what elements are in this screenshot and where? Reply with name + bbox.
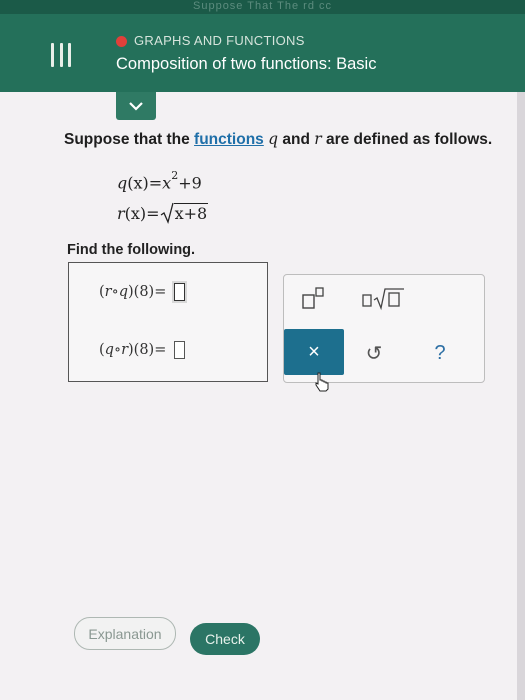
- sqrt-icon: [160, 202, 174, 224]
- explanation-button[interactable]: Explanation: [74, 617, 176, 650]
- var-q: q: [268, 130, 279, 148]
- answer2-outer: q: [104, 342, 114, 358]
- undo-icon[interactable]: ↺: [356, 335, 392, 371]
- prompt-and: and: [278, 131, 315, 148]
- superscript-icon: [302, 287, 324, 309]
- category-status-dot: [116, 36, 127, 47]
- prompt-end: are defined as follows.: [321, 131, 493, 148]
- check-button[interactable]: Check: [190, 623, 260, 655]
- eq2-radicand: x+8: [173, 203, 209, 223]
- content-area: [0, 92, 525, 700]
- chevron-down-icon: [129, 102, 143, 111]
- header-bar: Suppose That The rd cc GRAPHS AND FUNCTI…: [0, 0, 525, 92]
- hand-cursor-icon: [315, 372, 329, 392]
- problem-prompt: Suppose that the functions q and r are d…: [64, 130, 492, 149]
- menu-icon[interactable]: [51, 43, 71, 67]
- eq2-function-name: r: [117, 204, 125, 223]
- category-label: GRAPHS AND FUNCTIONS: [134, 33, 305, 48]
- answer1-arg: )(8): [128, 284, 155, 300]
- browser-title-strip: Suppose That The rd cc: [0, 0, 525, 14]
- superscript-key[interactable]: [290, 283, 334, 313]
- var-r: r: [314, 130, 322, 148]
- eq1-arg: (x): [127, 173, 149, 193]
- answer-box: (r ∘ q)(8) = (q ∘ r)(8) =: [68, 262, 268, 382]
- eq1-exponent: 2: [171, 169, 179, 182]
- eq1-equals: =: [148, 173, 163, 193]
- help-icon[interactable]: ?: [422, 335, 458, 371]
- eq1-tail: +9: [178, 173, 202, 193]
- answer-row-r-of-q: (r ∘ q)(8) =: [99, 283, 186, 301]
- answer-input-r-of-q[interactable]: [174, 283, 186, 301]
- answer2-inner: r: [121, 342, 129, 358]
- clear-button[interactable]: ×: [284, 329, 344, 375]
- nth-root-icon: [362, 288, 404, 311]
- app-screen: Suppose That The rd cc GRAPHS AND FUNCTI…: [0, 0, 525, 700]
- eq1-function-name: q: [117, 173, 128, 193]
- answer1-outer: r: [104, 284, 112, 300]
- answer1-inner: q: [118, 284, 129, 300]
- answer2-equals: =: [154, 342, 167, 358]
- answer-row-q-of-r: (q ∘ r)(8) =: [99, 341, 186, 359]
- functions-link[interactable]: functions: [194, 131, 264, 148]
- answer1-compose: ∘: [111, 284, 119, 300]
- equation-r: r(x)= x+8: [117, 202, 209, 224]
- eq2-equals: =: [146, 204, 160, 223]
- equation-q: q(x)=x2+9: [117, 169, 202, 193]
- answer2-arg: )(8): [128, 342, 155, 358]
- prompt-start: Suppose that the: [64, 131, 195, 148]
- nth-root-key[interactable]: [358, 283, 408, 313]
- find-label: Find the following.: [67, 242, 196, 258]
- scrollbar-track[interactable]: [517, 92, 525, 700]
- answer-input-q-of-r[interactable]: [174, 341, 186, 359]
- collapse-header-button[interactable]: [116, 92, 156, 120]
- eq1-base: x: [162, 173, 172, 193]
- eq2-arg: (x): [124, 204, 147, 223]
- answer1-equals: =: [154, 284, 167, 300]
- lesson-title: Composition of two functions: Basic: [116, 55, 377, 73]
- answer2-compose: ∘: [113, 342, 122, 358]
